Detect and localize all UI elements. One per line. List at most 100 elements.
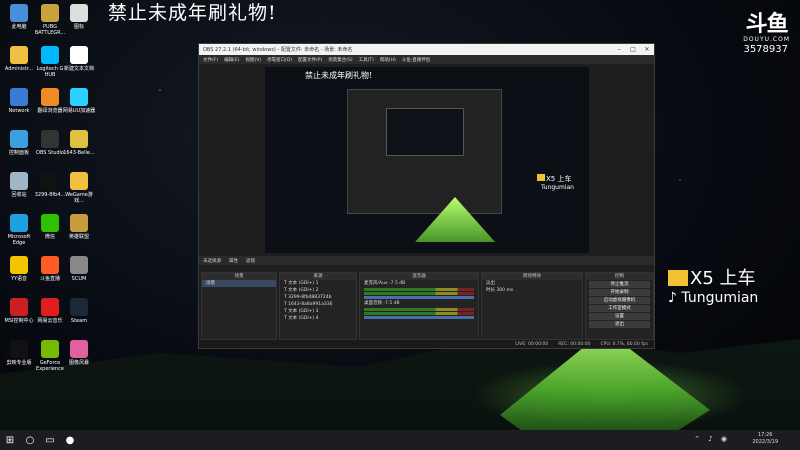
menu-item[interactable]: 文件(F)	[203, 57, 218, 63]
clock[interactable]: 17:26 2022/3/19	[752, 432, 778, 446]
control-button[interactable]: 开始录制	[589, 289, 650, 296]
desktop-icon[interactable]: 剪映专业版	[2, 340, 36, 366]
obs-titlebar[interactable]: OBS 27.2.1 (64-bit, windows) - 配置文件: 未命名…	[199, 44, 654, 55]
volume-meter	[364, 288, 474, 291]
source-item[interactable]: T 文本 (GDI+) 1	[280, 280, 356, 287]
app-icon	[41, 298, 59, 316]
close-icon[interactable]: ✕	[640, 46, 654, 53]
control-button[interactable]: 启动虚拟摄像机	[589, 297, 650, 304]
clock-time: 17:26	[757, 432, 773, 438]
control-button[interactable]: 工作室模式	[589, 305, 650, 312]
source-item[interactable]: T 1643-8a8a991a336	[280, 301, 356, 308]
transition-type[interactable]: 淡出	[482, 280, 582, 287]
menu-item[interactable]: 斗鱼·直播伴侣	[402, 57, 430, 63]
app-icon	[70, 256, 88, 274]
control-button[interactable]: 退出	[589, 321, 650, 328]
logo-domain: DOUYU.COM	[743, 36, 790, 43]
desktop-icon-label: MSI控制中心	[4, 318, 34, 324]
source-item[interactable]: T 3299-8fb4883724b	[280, 294, 356, 301]
obs-preview[interactable]: 禁止未成年刷礼物! X5 上车 Tungumian	[265, 67, 589, 253]
transition-duration[interactable]: 时长 300 ms	[482, 287, 582, 294]
app-icon	[70, 88, 88, 106]
obs-window[interactable]: OBS 27.2.1 (64-bit, windows) - 配置文件: 未命名…	[198, 43, 655, 349]
x5-text: X5 上车	[690, 268, 756, 289]
desktop-icon[interactable]: 1643-Belle...	[62, 130, 96, 156]
app-icon	[10, 172, 28, 190]
taskbar: ⊞ ○ ▭ ● ⌃ ♪ ◉ 17:26 2022/3/19	[0, 430, 800, 450]
app-icon	[41, 214, 59, 232]
menu-item[interactable]: 场景集合(S)	[328, 57, 352, 63]
source-item[interactable]: T 文本 (GDI+) 3	[280, 308, 356, 315]
app-icon	[70, 298, 88, 316]
control-button[interactable]: 设置	[589, 313, 650, 320]
desktop-icon[interactable]: 图像风暴	[62, 340, 96, 366]
control-button[interactable]: 停止推流	[589, 281, 650, 288]
scene-item[interactable]: 场景	[202, 280, 276, 287]
search-icon[interactable]: ○	[20, 430, 40, 450]
scenes-header: 场景	[202, 273, 276, 280]
transitions-header: 转场特效	[482, 273, 582, 280]
menu-item[interactable]: 工具(T)	[359, 57, 374, 63]
mixer-header: 混音器	[360, 273, 478, 280]
source-item[interactable]: T 文本 (GDI+) 2	[280, 287, 356, 294]
desktop-icon[interactable]: 此电脑	[2, 4, 36, 30]
desktop-icon[interactable]: 网易UU加速器	[62, 88, 96, 114]
desktop-icon[interactable]: YY语音	[2, 256, 36, 282]
maximize-icon[interactable]: □	[626, 46, 640, 53]
desktop-icon[interactable]: 图标	[62, 4, 96, 30]
stream-title: 禁止未成年刷礼物!	[108, 2, 277, 24]
desktop-icon[interactable]: Administr...	[2, 46, 36, 72]
desktop-icon[interactable]: 回收站	[2, 172, 36, 198]
mixer-track: 麦克风/Aux -7.5 dB	[364, 281, 406, 286]
app-icon	[41, 172, 59, 190]
sources-header: 来源	[280, 273, 356, 280]
preview-x5-text: X5 上车	[546, 175, 572, 183]
preview-title: 禁止未成年刷礼物!	[305, 71, 373, 80]
minimize-icon[interactable]: –	[612, 46, 626, 53]
mixer-dock: 混音器 麦克风/Aux -7.5 dB 桌面音频 -7.5 dB	[359, 272, 479, 340]
desktop-icon[interactable]: Steam	[62, 298, 96, 324]
app-icon	[41, 340, 59, 358]
tungumian-overlay: ♪ Tungumian	[668, 290, 758, 306]
desktop-icon[interactable]: Microsoft Edge	[2, 214, 36, 246]
start-icon[interactable]: ⊞	[0, 430, 20, 450]
controls-dock: 控制 停止推流 开始录制 启动虚拟摄像机 工作室模式 设置 退出	[585, 272, 654, 340]
desktop-icon[interactable]: SCUM	[62, 256, 96, 282]
desktop-icon[interactable]: WeGame游戏...	[62, 172, 96, 204]
desktop-icon-label: Microsoft Edge	[7, 234, 31, 246]
desktop-icon-label: 图像风暴	[68, 360, 89, 366]
app-icon	[10, 214, 28, 232]
desktop-icon-label: YY语音	[10, 276, 28, 282]
app-icon	[70, 172, 88, 190]
app-icon	[70, 46, 88, 64]
duration-value: 300 ms	[496, 288, 514, 293]
obs-taskbar-icon[interactable]: ●	[60, 430, 80, 450]
desktop-icon[interactable]: 英雄联盟	[62, 214, 96, 240]
preview-nested-window	[347, 89, 502, 214]
mixer-track: 桌面音频 -7.5 dB	[364, 301, 400, 306]
menu-item[interactable]: 停靠窗口(D)	[267, 57, 292, 63]
room-id: 3578937	[743, 44, 788, 55]
nested-preview	[386, 108, 464, 156]
app-icon	[41, 256, 59, 274]
rec-status: REC: 00:00:00	[558, 341, 591, 347]
system-tray: ⌃ ♪ ◉	[694, 435, 730, 443]
menu-item[interactable]: 配置文件(P)	[298, 57, 322, 63]
app-icon	[70, 340, 88, 358]
menu-item[interactable]: 视图(V)	[245, 57, 261, 63]
properties-button[interactable]: 属性	[229, 258, 238, 264]
source-item[interactable]: T 文本 (GDI+) 4	[280, 315, 356, 322]
desktop-icon[interactable]: 控制面板	[2, 130, 36, 156]
app-icon	[70, 4, 88, 22]
menu-item[interactable]: 编辑(E)	[224, 57, 239, 63]
desktop-icon[interactable]: Network	[2, 88, 36, 114]
volume-slider[interactable]	[364, 316, 474, 319]
desktop-icon[interactable]: MSI控制中心	[2, 298, 36, 324]
desktop-icon[interactable]: 新建文本文档	[62, 46, 96, 72]
filters-button[interactable]: 滤镜	[246, 258, 255, 264]
desktop-icon-label: Administr...	[4, 66, 34, 72]
explorer-icon[interactable]: ▭	[40, 430, 60, 450]
menu-item[interactable]: 帮助(H)	[380, 57, 396, 63]
desktop-icon-label: 图标	[73, 24, 84, 30]
volume-slider[interactable]	[364, 296, 474, 299]
